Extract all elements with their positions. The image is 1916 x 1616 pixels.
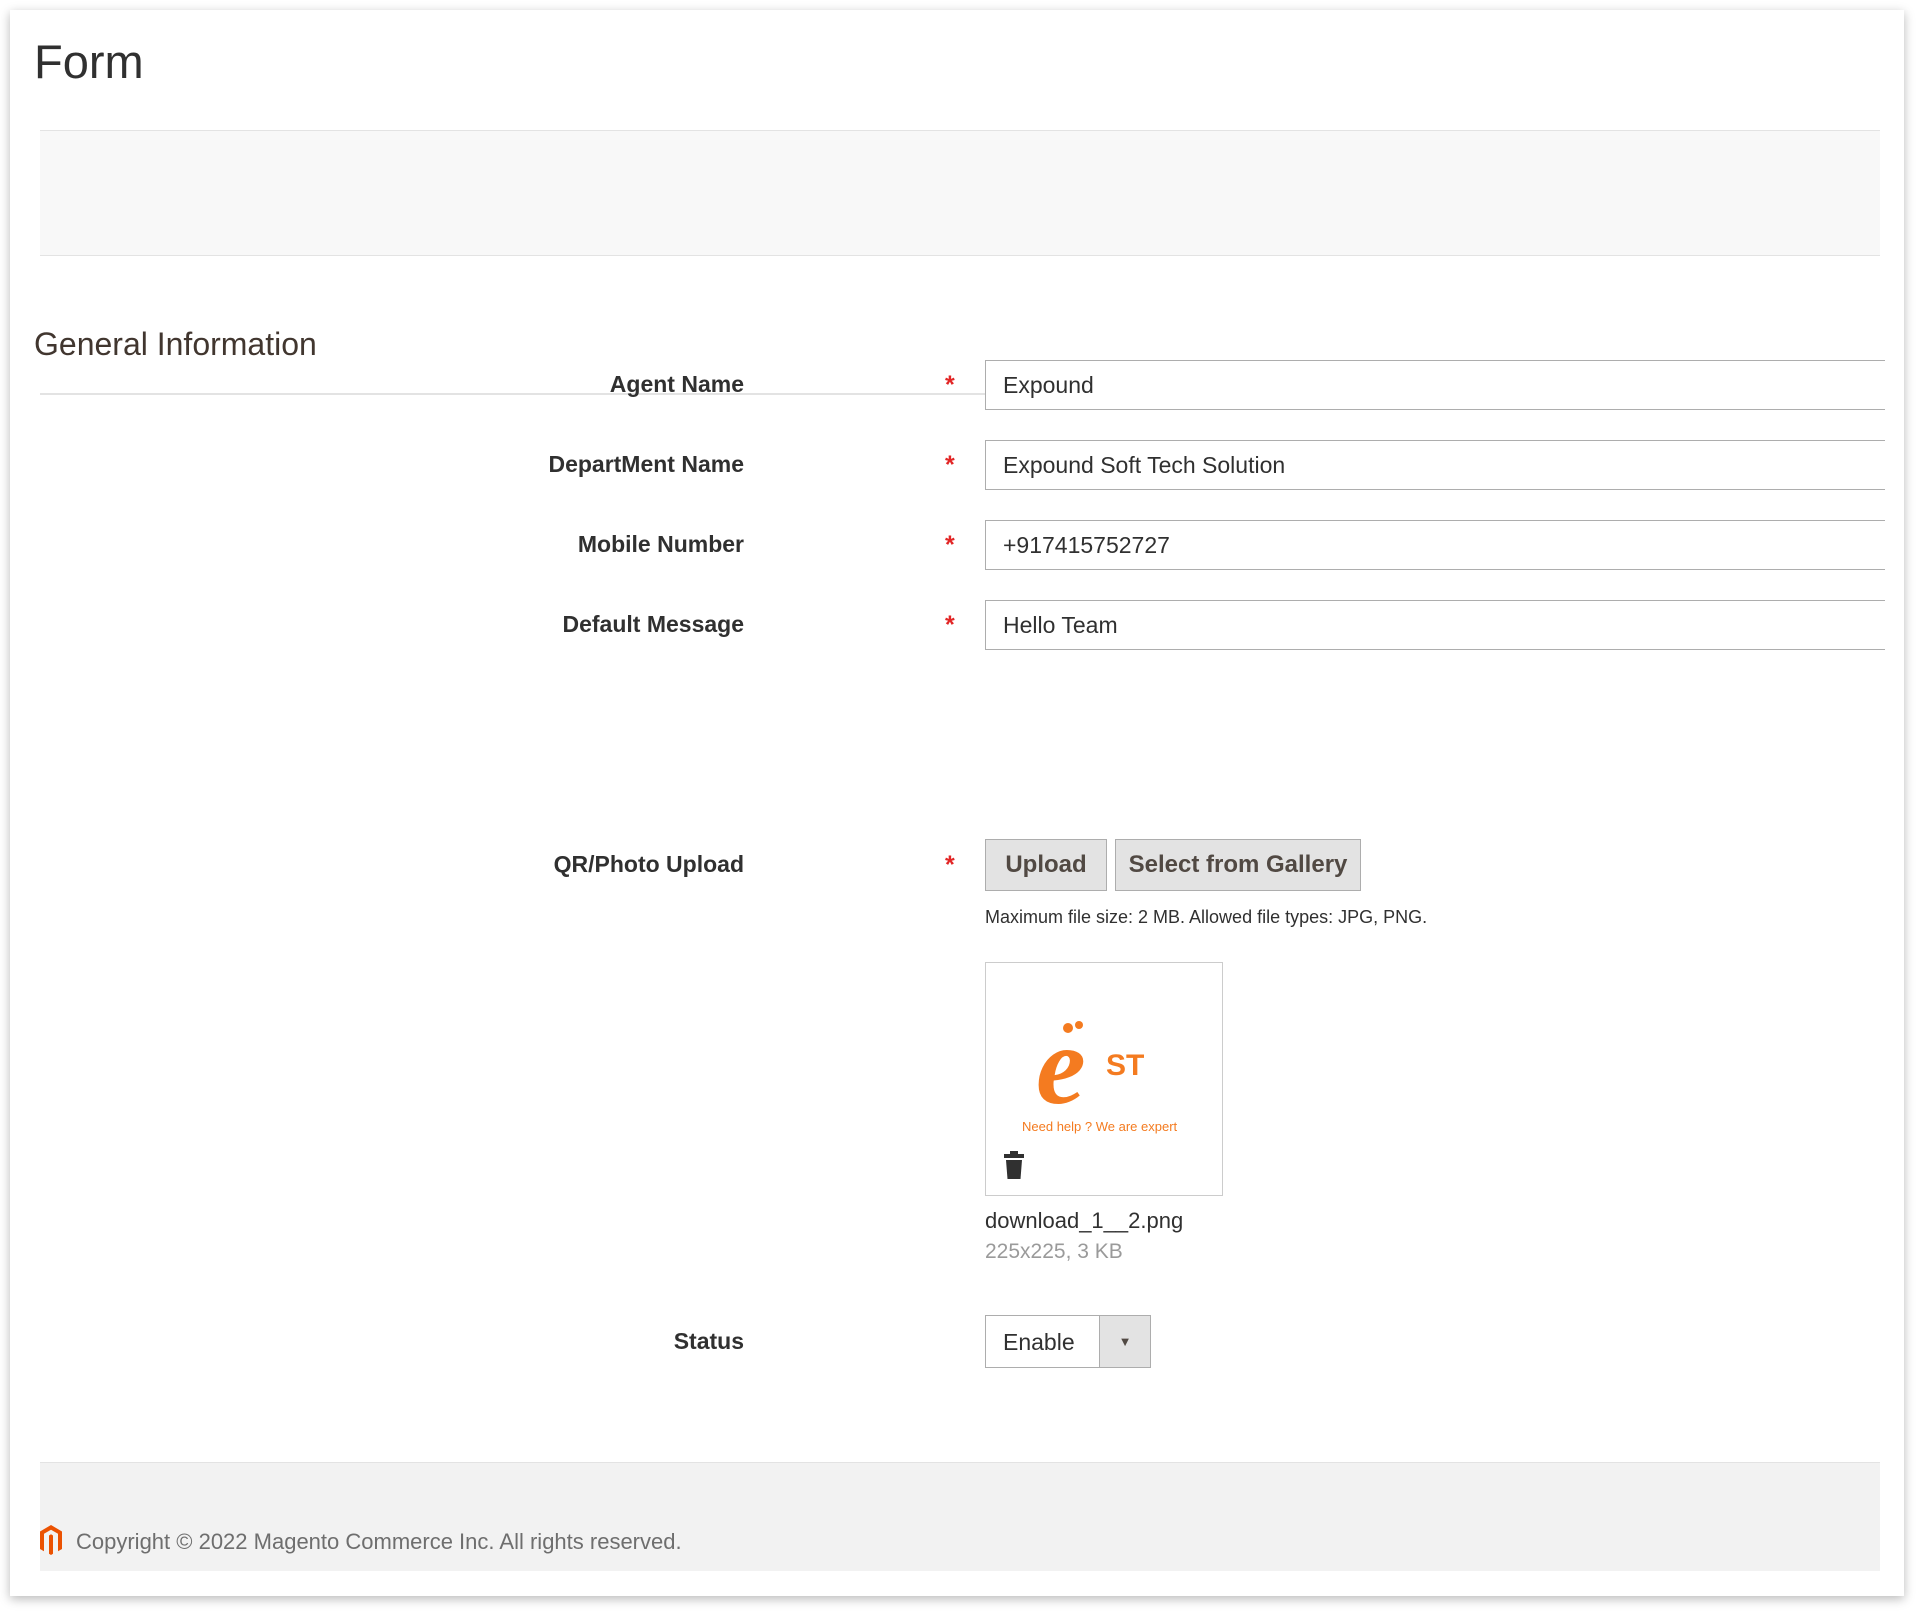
admin-page: Form General Information Agent Name * De… (10, 10, 1904, 1596)
image-preview: e ST Need help ? We are expert (985, 962, 1223, 1196)
department-name-label: DepartMent Name (548, 451, 744, 477)
page-title: Form (34, 35, 144, 88)
required-marker: * (945, 611, 955, 639)
required-marker: * (945, 451, 955, 479)
department-name-input[interactable] (985, 440, 1885, 490)
uploaded-file-name[interactable]: download_1__2.png (985, 1208, 1183, 1234)
page-actions-bar (40, 130, 1880, 256)
mobile-number-label: Mobile Number (577, 531, 744, 557)
upload-button[interactable]: Upload (985, 839, 1107, 891)
footer: Copyright © 2022 Magento Commerce Inc. A… (40, 1462, 1880, 1571)
required-marker: * (945, 371, 955, 399)
default-message-label: Default Message (562, 611, 744, 637)
copyright-text: Copyright © 2022 Magento Commerce Inc. A… (76, 1529, 682, 1554)
chevron-down-icon[interactable]: ▼ (1099, 1316, 1150, 1367)
agent-name-label: Agent Name (609, 371, 744, 397)
magento-logo-icon (40, 1525, 62, 1560)
mobile-number-input[interactable] (985, 520, 1885, 570)
upload-note: Maximum file size: 2 MB. Allowed file ty… (985, 907, 1428, 927)
delete-image-icon[interactable] (1003, 1151, 1025, 1184)
qr-photo-upload-label: QR/Photo Upload (553, 851, 744, 877)
default-message-input[interactable] (985, 600, 1885, 650)
select-from-gallery-button[interactable]: Select from Gallery (1115, 839, 1361, 891)
agent-name-input[interactable] (985, 360, 1885, 410)
logo-suffix: ST (1106, 1049, 1144, 1082)
status-select-value: Enable (1003, 1329, 1075, 1355)
section-title: General Information (34, 326, 317, 362)
status-label: Status (673, 1328, 744, 1354)
required-marker: * (945, 531, 955, 559)
uploaded-file-meta: 225x225, 3 KB (985, 1240, 1123, 1263)
status-select[interactable]: Enable ▼ (985, 1315, 1151, 1368)
logo-tagline: Need help ? We are expert (1022, 1119, 1178, 1134)
required-marker: * (945, 851, 955, 879)
